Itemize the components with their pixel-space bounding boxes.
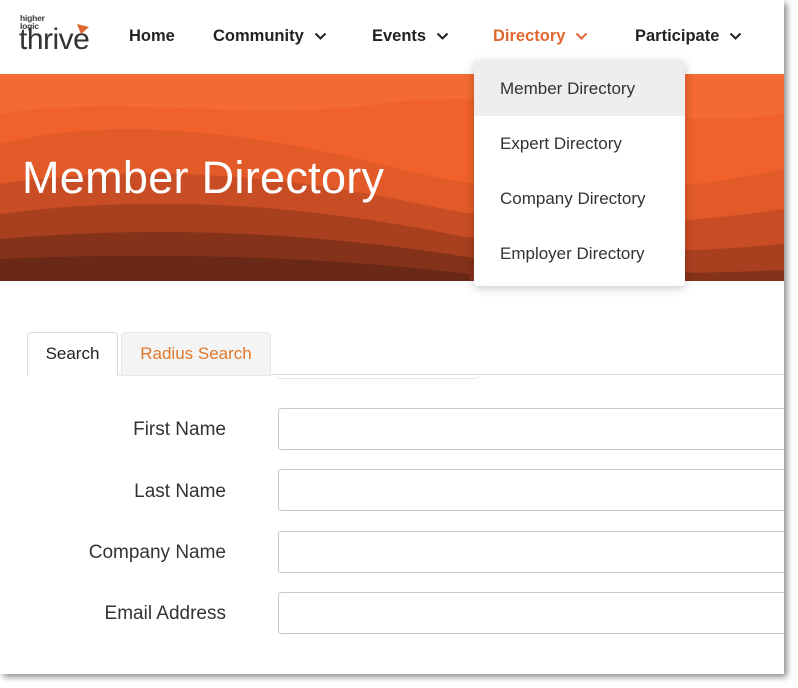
chevron-down-icon: [436, 32, 449, 40]
nav-directory-label: Directory: [493, 26, 566, 45]
menu-item-expert-directory[interactable]: Expert Directory: [474, 116, 685, 171]
tab-shadow: [276, 374, 480, 379]
menu-item-label: Company Directory: [500, 188, 646, 208]
menu-item-label: Expert Directory: [500, 133, 622, 153]
page-frame: Member Directory higher logic thrive Hom…: [0, 0, 784, 674]
tab-search-label: Search: [45, 344, 100, 363]
company-name-input[interactable]: [278, 531, 784, 573]
nav-directory[interactable]: Directory: [493, 24, 588, 48]
nav-home-label: Home: [129, 26, 175, 45]
menu-item-company-directory[interactable]: Company Directory: [474, 171, 685, 226]
nav-home[interactable]: Home: [129, 24, 175, 48]
tab-radius-search[interactable]: Radius Search: [121, 332, 271, 376]
thrive-logo[interactable]: higher logic thrive: [19, 14, 109, 60]
nav-participate-label: Participate: [635, 26, 720, 45]
tab-radius-search-label: Radius Search: [140, 344, 252, 363]
email-address-input[interactable]: [278, 592, 784, 634]
first-name-label: First Name: [133, 419, 226, 440]
directory-dropdown-menu: Member Directory Expert Directory Compan…: [474, 61, 685, 286]
chevron-down-icon: [730, 32, 742, 40]
company-name-label: Company Name: [88, 542, 226, 563]
email-address-label: Email Address: [104, 603, 226, 624]
menu-item-employer-directory[interactable]: Employer Directory: [474, 226, 685, 281]
last-name-input[interactable]: [278, 469, 784, 511]
nav-community-label: Community: [213, 26, 304, 45]
tab-search[interactable]: Search: [27, 332, 118, 376]
last-name-label: Last Name: [134, 481, 226, 502]
nav-events[interactable]: Events: [372, 24, 449, 48]
first-name-input[interactable]: [278, 408, 784, 450]
menu-item-member-directory[interactable]: Member Directory: [474, 61, 685, 116]
logo-flag-icon: [77, 24, 89, 34]
chevron-down-icon: [576, 32, 588, 40]
page-title: Member Directory: [22, 152, 385, 203]
nav-participate[interactable]: Participate: [635, 24, 742, 48]
menu-item-label: Member Directory: [500, 78, 636, 98]
chevron-down-icon: [314, 32, 326, 40]
nav-events-label: Events: [372, 26, 427, 45]
menu-item-label: Employer Directory: [500, 243, 645, 263]
nav-community[interactable]: Community: [213, 24, 327, 48]
